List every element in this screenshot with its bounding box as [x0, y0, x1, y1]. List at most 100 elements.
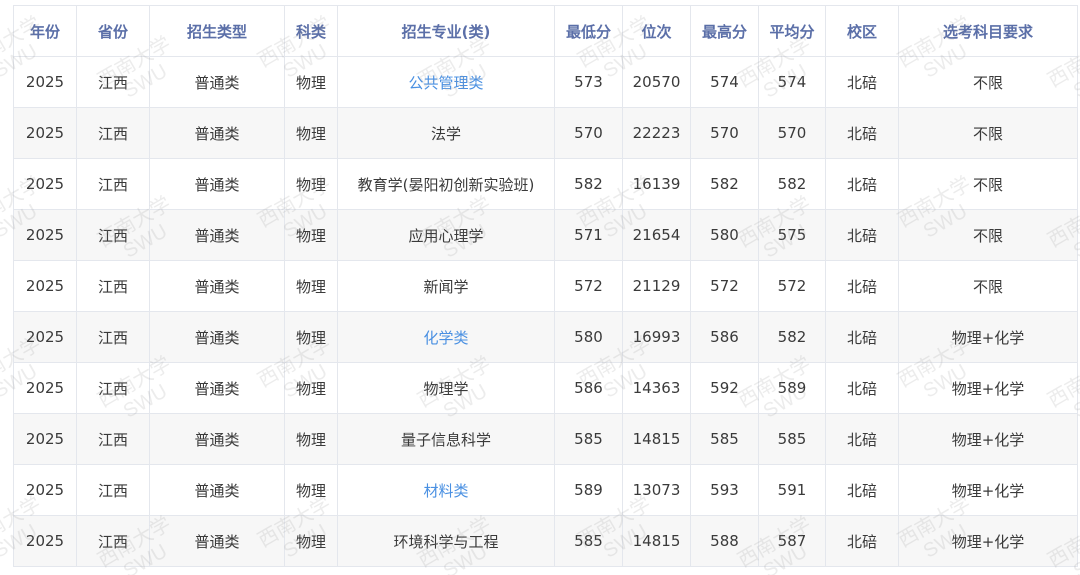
cell-avg-score: 591 — [758, 464, 826, 516]
cell-campus: 北碚 — [825, 209, 899, 261]
cell-subject-category: 物理 — [284, 311, 338, 363]
cell-admission-type: 普通类 — [149, 311, 285, 363]
cell-year: 2025 — [13, 311, 77, 363]
column-header-subject-requirement: 选考科目要求 — [898, 5, 1078, 57]
cell-subject-category: 物理 — [284, 413, 338, 465]
cell-year: 2025 — [13, 260, 77, 312]
cell-avg-score: 587 — [758, 515, 826, 567]
cell-min-score: 571 — [554, 209, 623, 261]
table-body: 2025 江西 普通类 物理 公共管理类 573 20570 574 574 北碚 不限 2025 江西… — [13, 56, 1078, 567]
column-header-subject-category: 科类 — [284, 5, 338, 57]
cell-year: 2025 — [13, 209, 77, 261]
cell-major: 量子信息科学 — [337, 413, 555, 465]
cell-campus: 北碚 — [825, 107, 899, 159]
cell-avg-score: 570 — [758, 107, 826, 159]
column-header-admission-type: 招生类型 — [149, 5, 285, 57]
table-row: 2025 江西 普通类 物理 教育学(晏阳初创新实验班) 582 16139 582 582 北碚… — [13, 158, 1078, 210]
table-row: 2025 江西 普通类 物理 新闻学 572 21129 572 572 北碚 不限 — [13, 260, 1078, 312]
cell-campus: 北碚 — [825, 311, 899, 363]
table-row: 2025 江西 普通类 物理 应用心理学 571 21654 580 575 北碚 不限 — [13, 209, 1078, 261]
cell-min-score: 573 — [554, 56, 623, 108]
column-header-year: 年份 — [13, 5, 77, 57]
cell-admission-type: 普通类 — [149, 515, 285, 567]
cell-year: 2025 — [13, 158, 77, 210]
cell-subject-requirement: 不限 — [898, 209, 1078, 261]
table-row: 2025 江西 普通类 物理 量子信息科学 585 14815 585 585 北碚 物理+化学 — [13, 413, 1078, 465]
cell-year: 2025 — [13, 413, 77, 465]
cell-province: 江西 — [76, 56, 150, 108]
cell-province: 江西 — [76, 464, 150, 516]
cell-avg-score: 582 — [758, 158, 826, 210]
cell-subject-requirement: 不限 — [898, 107, 1078, 159]
cell-campus: 北碚 — [825, 362, 899, 414]
cell-major: 公共管理类 — [337, 56, 555, 108]
cell-max-score: 588 — [690, 515, 759, 567]
cell-province: 江西 — [76, 413, 150, 465]
cell-rank: 14815 — [622, 413, 691, 465]
cell-subject-category: 物理 — [284, 515, 338, 567]
cell-subject-requirement: 物理+化学 — [898, 515, 1078, 567]
cell-year: 2025 — [13, 362, 77, 414]
cell-avg-score: 574 — [758, 56, 826, 108]
cell-admission-type: 普通类 — [149, 260, 285, 312]
table-header-row: 年份 省份 招生类型 科类 招生专业(类) 最低分 位次 最高分 平均分 校区 选考科目要求 — [13, 5, 1078, 57]
column-header-avg-score: 平均分 — [758, 5, 826, 57]
cell-subject-requirement: 物理+化学 — [898, 413, 1078, 465]
cell-major: 教育学(晏阳初创新实验班) — [337, 158, 555, 210]
cell-campus: 北碚 — [825, 413, 899, 465]
cell-subject-requirement: 不限 — [898, 158, 1078, 210]
cell-campus: 北碚 — [825, 464, 899, 516]
cell-province: 江西 — [76, 209, 150, 261]
cell-subject-category: 物理 — [284, 260, 338, 312]
table-row: 2025 江西 普通类 物理 物理学 586 14363 592 589 北碚 物理+化学 — [13, 362, 1078, 414]
major-link[interactable]: 材料类 — [423, 482, 468, 500]
cell-rank: 21129 — [622, 260, 691, 312]
major-link[interactable]: 化学类 — [423, 329, 468, 347]
column-header-max-score: 最高分 — [690, 5, 759, 57]
cell-rank: 14815 — [622, 515, 691, 567]
cell-subject-requirement: 物理+化学 — [898, 464, 1078, 516]
cell-year: 2025 — [13, 515, 77, 567]
cell-province: 江西 — [76, 311, 150, 363]
cell-major: 环境科学与工程 — [337, 515, 555, 567]
cell-min-score: 585 — [554, 413, 623, 465]
cell-avg-score: 585 — [758, 413, 826, 465]
cell-rank: 20570 — [622, 56, 691, 108]
cell-rank: 16139 — [622, 158, 691, 210]
admission-scores-table: 年份 省份 招生类型 科类 招生专业(类) 最低分 位次 最高分 平均分 校区 选考科目要求 202… — [13, 5, 1078, 567]
cell-major: 法学 — [337, 107, 555, 159]
cell-admission-type: 普通类 — [149, 413, 285, 465]
table-row: 2025 江西 普通类 物理 环境科学与工程 585 14815 588 587 北碚 物理+化学 — [13, 515, 1078, 567]
cell-rank: 14363 — [622, 362, 691, 414]
cell-subject-category: 物理 — [284, 209, 338, 261]
cell-admission-type: 普通类 — [149, 362, 285, 414]
cell-min-score: 580 — [554, 311, 623, 363]
cell-major: 材料类 — [337, 464, 555, 516]
cell-max-score: 570 — [690, 107, 759, 159]
column-header-rank: 位次 — [622, 5, 691, 57]
cell-max-score: 574 — [690, 56, 759, 108]
column-header-major: 招生专业(类) — [337, 5, 555, 57]
cell-major: 新闻学 — [337, 260, 555, 312]
admission-scores-table-container: 年份 省份 招生类型 科类 招生专业(类) 最低分 位次 最高分 平均分 校区 选考科目要求 202… — [13, 5, 1078, 567]
cell-avg-score: 582 — [758, 311, 826, 363]
cell-admission-type: 普通类 — [149, 107, 285, 159]
cell-province: 江西 — [76, 260, 150, 312]
cell-admission-type: 普通类 — [149, 209, 285, 261]
cell-subject-requirement: 不限 — [898, 56, 1078, 108]
cell-min-score: 585 — [554, 515, 623, 567]
cell-admission-type: 普通类 — [149, 464, 285, 516]
cell-subject-category: 物理 — [284, 107, 338, 159]
table-row: 2025 江西 普通类 物理 法学 570 22223 570 570 北碚 不限 — [13, 107, 1078, 159]
cell-admission-type: 普通类 — [149, 158, 285, 210]
cell-province: 江西 — [76, 107, 150, 159]
cell-rank: 13073 — [622, 464, 691, 516]
cell-rank: 16993 — [622, 311, 691, 363]
column-header-min-score: 最低分 — [554, 5, 623, 57]
cell-subject-requirement: 不限 — [898, 260, 1078, 312]
major-link[interactable]: 公共管理类 — [408, 74, 483, 92]
cell-min-score: 582 — [554, 158, 623, 210]
column-header-province: 省份 — [76, 5, 150, 57]
cell-campus: 北碚 — [825, 158, 899, 210]
cell-rank: 22223 — [622, 107, 691, 159]
